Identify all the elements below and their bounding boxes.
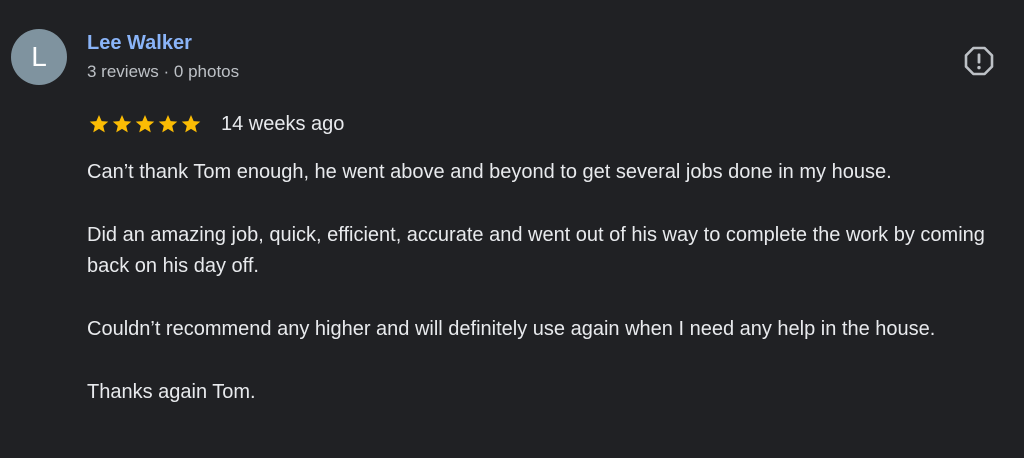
author-name[interactable]: Lee Walker [87,31,192,55]
review-date: 14 weeks ago [221,113,345,135]
review-paragraph: Can’t thank Tom enough, he went above an… [87,161,892,183]
review-paragraph: Couldn’t recommend any higher and will d… [87,318,936,340]
author-meta: 3 reviews · 0 photos [87,62,240,81]
avatar-letter: L [31,41,47,72]
star-icon [135,115,155,133]
star-icon [181,115,201,133]
review-paragraph: Did an amazing job, quick, efficient, ac… [87,224,985,277]
review-card: L Lee Walker 3 reviews · 0 photos 14 wee… [0,0,1024,458]
star-rating [88,113,202,135]
report-button[interactable] [962,44,996,78]
review-paragraph: Thanks again Tom. [87,381,256,403]
star-icon [112,115,132,133]
star-icon [158,115,178,133]
star-icon [89,115,109,133]
rating-row: 14 weeks ago [88,111,344,137]
avatar[interactable]: L [11,29,67,85]
review-text: Can’t thank Tom enough, he went above an… [87,157,1012,440]
report-flag-icon [964,46,994,76]
